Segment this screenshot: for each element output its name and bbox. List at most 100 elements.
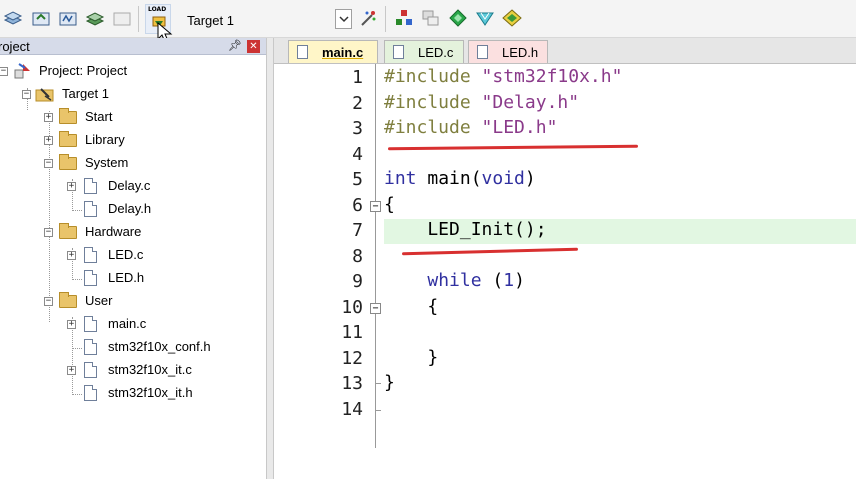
expand-icon[interactable]: +: [67, 366, 76, 375]
line-number: 9: [352, 271, 363, 292]
code-token: ): [514, 270, 525, 291]
code-line-9: while (1): [384, 268, 525, 294]
tree-item-label: System: [85, 155, 129, 170]
code-area[interactable]: #include "stm32f10x.h" #include "Delay.h…: [384, 64, 856, 479]
code-line-1: #include "stm32f10x.h": [384, 64, 622, 90]
code-token: while: [427, 270, 482, 291]
file-icon: [477, 45, 488, 59]
tree-item-label: stm32f10x_it.c: [108, 362, 192, 377]
code-line-5: int main(void): [384, 166, 536, 192]
expand-icon[interactable]: +: [44, 136, 53, 145]
project-panel: roject 📌︎ ✕ − Project: Project − Target …: [0, 38, 266, 479]
translate-icon[interactable]: [2, 7, 24, 29]
file-extensions-icon[interactable]: [420, 7, 442, 29]
expand-icon[interactable]: +: [44, 113, 53, 122]
code-token: main(: [416, 168, 482, 189]
manage-project-icon[interactable]: [393, 7, 415, 29]
red-annotation-underline: [387, 144, 639, 151]
tree-connector: [72, 279, 82, 280]
expand-icon[interactable]: +: [67, 182, 76, 191]
tab-label: main.c: [322, 44, 364, 60]
tree-connector: [72, 210, 82, 211]
file-icon: [297, 45, 308, 59]
run-time-environment-icon[interactable]: [501, 7, 523, 29]
code-line-10: {: [384, 296, 439, 317]
file-icon: [84, 385, 97, 401]
file-icon: [84, 270, 97, 286]
tab-led-c[interactable]: LED.c: [384, 40, 464, 63]
build-icon[interactable]: [30, 7, 52, 29]
code-token: void: [481, 168, 525, 189]
select-packs-icon[interactable]: [474, 7, 496, 29]
tab-led-h[interactable]: LED.h: [468, 40, 548, 63]
file-icon: [84, 339, 97, 355]
code-line-12: }: [384, 347, 439, 368]
tab-label: LED.c: [418, 44, 454, 60]
code-token: (: [481, 270, 504, 291]
tree-item-label: stm32f10x_it.h: [108, 385, 193, 400]
tree-item-label: User: [85, 293, 113, 308]
file-icon: [84, 247, 97, 263]
pin-icon[interactable]: 📌︎: [228, 39, 242, 52]
collapse-icon[interactable]: −: [44, 159, 53, 168]
chevron-down-icon[interactable]: [335, 9, 352, 29]
file-icon: [84, 362, 97, 378]
tree-item-label: LED.c: [108, 247, 144, 262]
line-number: 11: [341, 322, 363, 343]
code-line-7: LED_Init();: [384, 219, 547, 240]
project-panel-header: roject 📌︎ ✕: [0, 38, 266, 55]
target-options-icon[interactable]: [357, 7, 379, 29]
collapse-icon[interactable]: −: [44, 297, 53, 306]
red-annotation-underline: [401, 247, 579, 256]
file-icon: [84, 178, 97, 194]
folder-icon: [59, 108, 77, 124]
rebuild-icon[interactable]: [57, 7, 79, 29]
close-icon[interactable]: ✕: [247, 40, 260, 53]
editor-tab-bar: main.c LED.c LED.h: [274, 38, 856, 64]
line-number: 4: [352, 144, 363, 165]
code-token: "stm32f10x.h": [481, 66, 623, 87]
toolbar-separator: [385, 6, 386, 32]
code-line-3: #include "LED.h": [384, 115, 557, 141]
tab-label: LED.h: [502, 44, 539, 60]
target-select[interactable]: Target 1: [180, 9, 352, 31]
fold-toggle-icon[interactable]: −: [370, 303, 381, 314]
line-number: 8: [352, 246, 363, 267]
tree-item-label: Hardware: [85, 224, 142, 239]
code-line-6: {: [384, 194, 395, 215]
file-icon: [84, 201, 97, 217]
fold-toggle-icon[interactable]: −: [370, 201, 381, 212]
tree-item-label: main.c: [108, 316, 147, 331]
line-number: 5: [352, 169, 363, 190]
code-token: "LED.h": [481, 117, 558, 138]
line-number: 13: [341, 373, 363, 394]
line-number: 6: [352, 195, 363, 216]
expand-icon[interactable]: +: [67, 251, 76, 260]
collapse-icon[interactable]: −: [0, 67, 8, 76]
target-folder-icon: [35, 85, 57, 106]
stop-build-icon: [111, 7, 133, 29]
code-token: #include: [384, 92, 482, 113]
load-label: LOAD: [148, 6, 167, 13]
folder-icon: [59, 131, 77, 147]
code-token: #include: [384, 117, 482, 138]
batch-build-icon[interactable]: [84, 7, 106, 29]
line-number: 12: [341, 348, 363, 369]
collapse-icon[interactable]: −: [22, 90, 31, 99]
line-number: 7: [352, 220, 363, 241]
collapse-icon[interactable]: −: [44, 228, 53, 237]
line-number-gutter: 1 2 3 4 5 6 7 8 9 10 11 12 13 14: [274, 64, 367, 479]
pack-installer-icon[interactable]: [447, 7, 469, 29]
project-tree: − Project: Project − Target 1 + Start + …: [0, 55, 266, 479]
fold-end-mark: [375, 410, 381, 411]
code-line-13: }: [384, 372, 395, 393]
tab-main-c[interactable]: main.c: [288, 40, 378, 63]
code-token: ): [524, 168, 536, 189]
panel-splitter[interactable]: [266, 38, 274, 479]
toolbar: LOAD Target 1: [0, 0, 856, 43]
tree-item-label: Start: [85, 109, 113, 124]
expand-icon[interactable]: +: [67, 320, 76, 329]
line-number: 2: [352, 93, 363, 114]
code-line-2: #include "Delay.h": [384, 90, 579, 116]
